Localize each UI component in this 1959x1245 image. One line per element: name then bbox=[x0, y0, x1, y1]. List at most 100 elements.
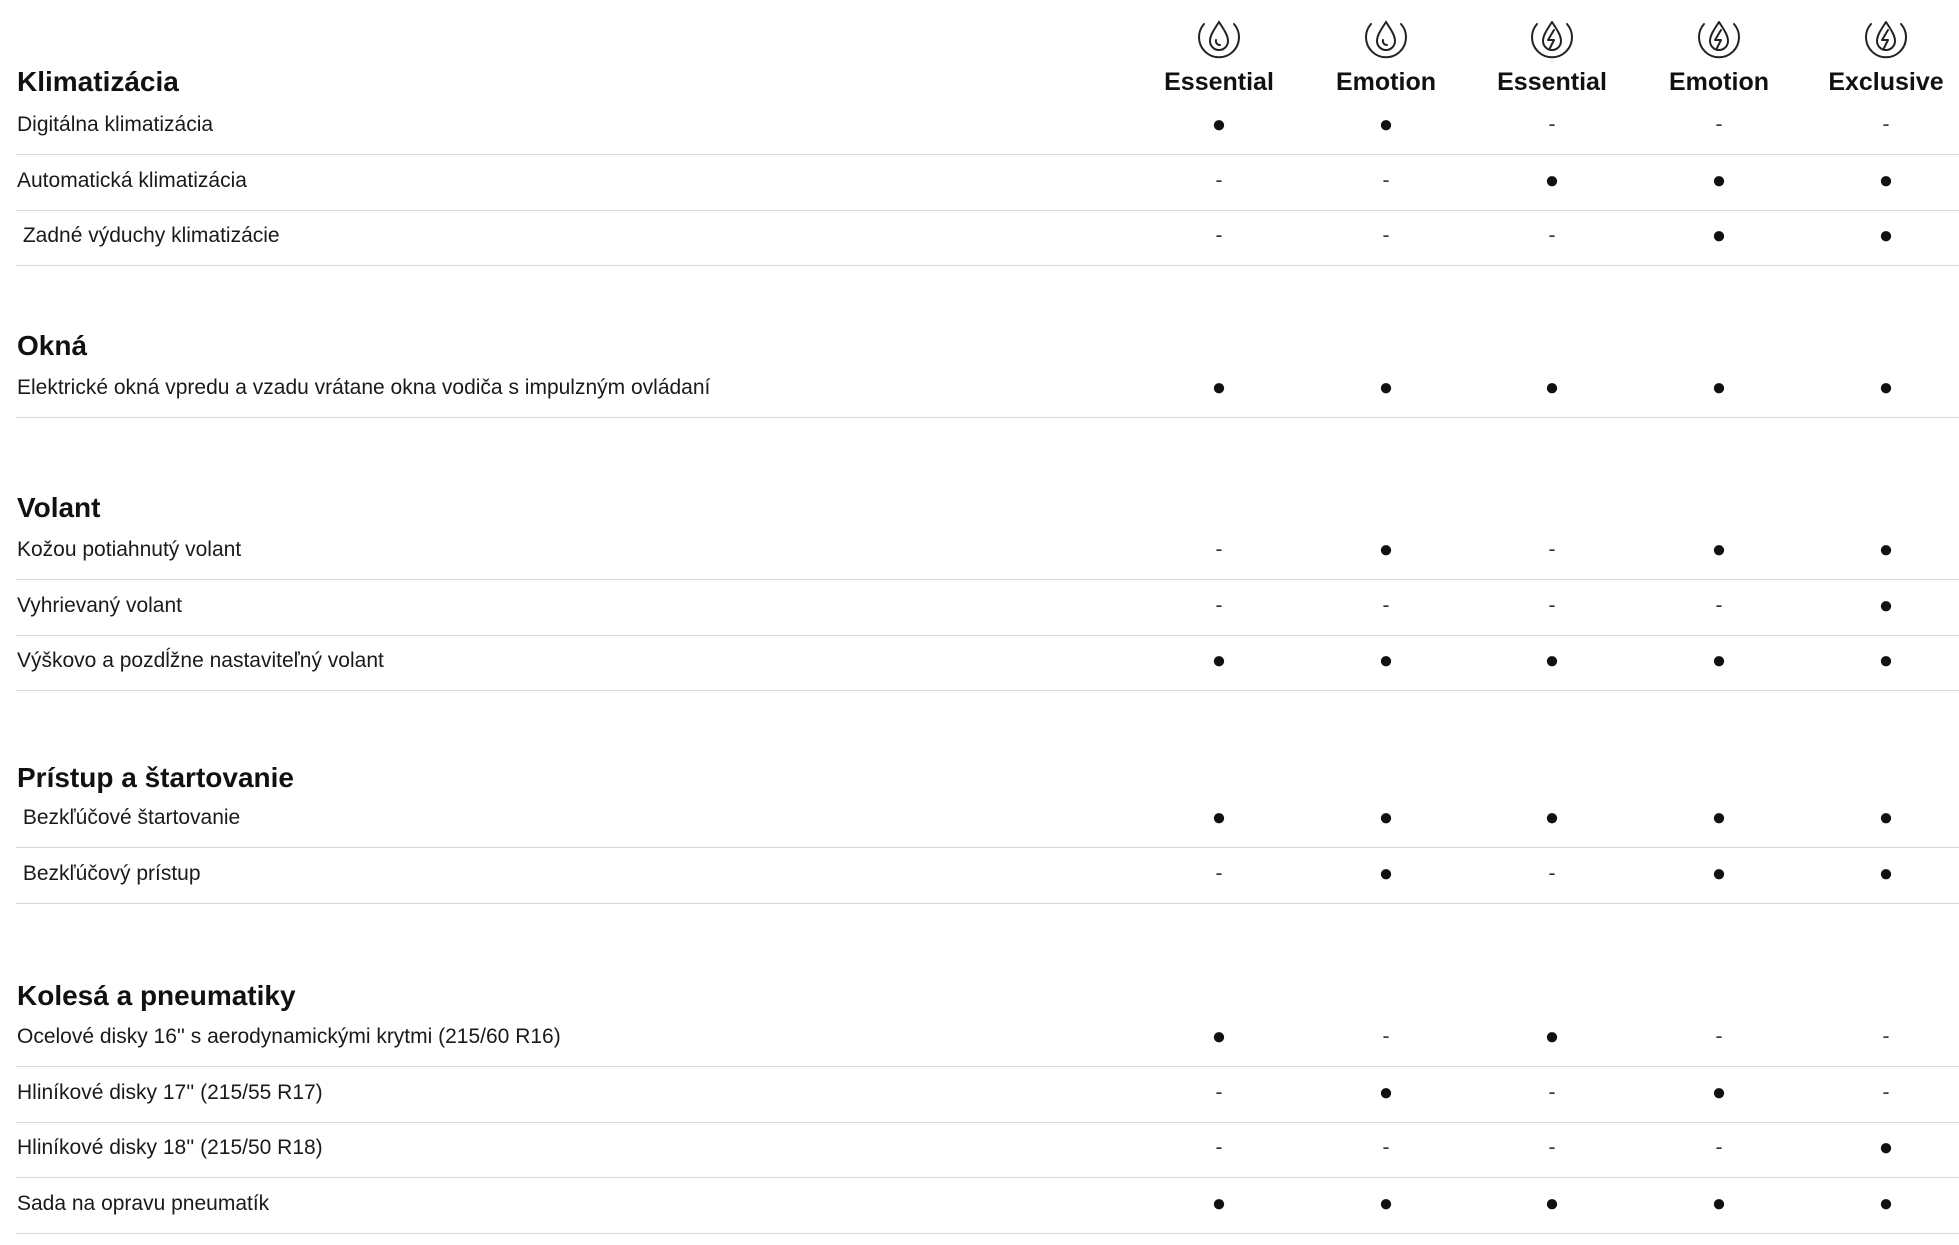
equipment-comparison-table: Essential Emotion Essential Emotion Exclusiv… bbox=[0, 0, 1959, 1245]
included-dot: ● bbox=[1878, 222, 1894, 249]
not-available-dash: - bbox=[1882, 113, 1890, 136]
table-row: Vyhrievaný volant - - - - ● bbox=[16, 581, 1959, 636]
not-available-dash: - bbox=[1215, 224, 1223, 247]
not-available-dash: - bbox=[1715, 113, 1723, 136]
table-row: Elektrické okná vpredu a vzadu vrátane o… bbox=[16, 363, 1959, 418]
included-dot: ● bbox=[1544, 1023, 1560, 1050]
not-available-dash: - bbox=[1715, 1136, 1723, 1159]
column-header-2: Emotion bbox=[1306, 0, 1466, 110]
section-title: Volant bbox=[17, 492, 101, 523]
table-row: Bezkľúčový prístup - ● - ● ● bbox=[16, 849, 1959, 904]
included-dot: ● bbox=[1378, 804, 1394, 831]
not-available-dash: - bbox=[1215, 538, 1223, 561]
included-dot: ● bbox=[1878, 859, 1894, 887]
fuel-drop-icon bbox=[1359, 10, 1413, 64]
not-available-dash: - bbox=[1715, 1025, 1723, 1048]
not-available-dash: - bbox=[1715, 593, 1723, 617]
not-available-dash: - bbox=[1382, 168, 1390, 192]
not-available-dash: - bbox=[1215, 168, 1223, 192]
feature-label: Automatická klimatizácia bbox=[17, 168, 247, 192]
feature-label: Ocelové disky 16'' s aerodynamickými kry… bbox=[17, 1025, 561, 1048]
included-dot: ● bbox=[1711, 804, 1727, 831]
included-dot: ● bbox=[1378, 536, 1394, 563]
included-dot: ● bbox=[1878, 374, 1894, 401]
included-dot: ● bbox=[1544, 647, 1560, 674]
hybrid-bolt-icon bbox=[1525, 10, 1579, 64]
included-dot: ● bbox=[1211, 374, 1227, 401]
not-available-dash: - bbox=[1548, 861, 1556, 885]
column-header-4: Emotion bbox=[1639, 0, 1799, 110]
included-dot: ● bbox=[1711, 166, 1727, 194]
fuel-drop-icon bbox=[1192, 10, 1246, 64]
not-available-dash: - bbox=[1882, 1080, 1890, 1104]
table-row: Kožou potiahnutý volant - ● - ● ● bbox=[16, 525, 1959, 580]
included-dot: ● bbox=[1878, 804, 1894, 831]
included-dot: ● bbox=[1544, 1189, 1560, 1217]
included-dot: ● bbox=[1878, 591, 1894, 619]
included-dot: ● bbox=[1711, 222, 1727, 249]
included-dot: ● bbox=[1711, 859, 1727, 887]
table-row: Sada na opravu pneumatík ● ● ● ● ● bbox=[16, 1179, 1959, 1234]
feature-label: Kožou potiahnutý volant bbox=[17, 538, 242, 561]
feature-label: Hliníkové disky 18'' (215/50 R18) bbox=[17, 1136, 323, 1159]
table-row: Hliníkové disky 18'' (215/50 R18) - - - - ● bbox=[16, 1123, 1959, 1178]
included-dot: ● bbox=[1211, 647, 1227, 674]
included-dot: ● bbox=[1211, 804, 1227, 831]
column-header-3: Essential bbox=[1472, 0, 1632, 110]
column-title: Emotion bbox=[1336, 68, 1436, 96]
included-dot: ● bbox=[1711, 536, 1727, 563]
feature-label: Zadné výduchy klimatizácie bbox=[17, 224, 280, 247]
feature-label: Výškovo a pozdĺžne nastaviteľný volant bbox=[17, 649, 384, 672]
feature-label: Bezkľúčové štartovanie bbox=[17, 806, 241, 829]
included-dot: ● bbox=[1211, 1023, 1227, 1050]
not-available-dash: - bbox=[1548, 224, 1556, 247]
included-dot: ● bbox=[1544, 804, 1560, 831]
included-dot: ● bbox=[1211, 111, 1227, 138]
not-available-dash: - bbox=[1882, 1025, 1890, 1048]
not-available-dash: - bbox=[1215, 1080, 1223, 1104]
included-dot: ● bbox=[1544, 374, 1560, 401]
section-title: Klimatizácia bbox=[17, 66, 179, 97]
included-dot: ● bbox=[1711, 1189, 1727, 1217]
not-available-dash: - bbox=[1215, 861, 1223, 885]
feature-label: Vyhrievaný volant bbox=[17, 593, 182, 617]
table-row: Zadné výduchy klimatizácie - - - ● ● bbox=[16, 211, 1959, 266]
feature-label: Elektrické okná vpredu a vzadu vrátane o… bbox=[17, 376, 711, 399]
included-dot: ● bbox=[1878, 166, 1894, 194]
included-dot: ● bbox=[1878, 536, 1894, 563]
included-dot: ● bbox=[1711, 374, 1727, 401]
section-title: Kolesá a pneumatiky bbox=[17, 980, 296, 1011]
not-available-dash: - bbox=[1215, 1136, 1223, 1159]
not-available-dash: - bbox=[1548, 1136, 1556, 1159]
not-available-dash: - bbox=[1548, 593, 1556, 617]
column-header-5: Exclusive bbox=[1806, 0, 1959, 110]
column-title: Essential bbox=[1497, 68, 1607, 96]
column-title: Emotion bbox=[1669, 68, 1769, 96]
feature-label: Sada na opravu pneumatík bbox=[17, 1191, 270, 1215]
section-title: Prístup a štartovanie bbox=[17, 762, 294, 793]
included-dot: ● bbox=[1211, 1189, 1227, 1217]
table-row: Ocelové disky 16'' s aerodynamickými kry… bbox=[16, 1012, 1959, 1067]
included-dot: ● bbox=[1544, 166, 1560, 194]
table-row: Hliníkové disky 17'' (215/55 R17) - ● - ● - bbox=[16, 1068, 1959, 1123]
not-available-dash: - bbox=[1548, 113, 1556, 136]
hybrid-bolt-icon bbox=[1859, 10, 1913, 64]
included-dot: ● bbox=[1878, 1134, 1894, 1161]
included-dot: ● bbox=[1378, 859, 1394, 887]
not-available-dash: - bbox=[1382, 224, 1390, 247]
included-dot: ● bbox=[1378, 647, 1394, 674]
feature-label: Digitálna klimatizácia bbox=[17, 113, 214, 136]
section-title: Okná bbox=[17, 330, 88, 361]
hybrid-bolt-icon bbox=[1692, 10, 1746, 64]
not-available-dash: - bbox=[1548, 1080, 1556, 1104]
included-dot: ● bbox=[1878, 647, 1894, 674]
column-header-1: Essential bbox=[1139, 0, 1299, 110]
not-available-dash: - bbox=[1382, 593, 1390, 617]
included-dot: ● bbox=[1378, 1078, 1394, 1106]
not-available-dash: - bbox=[1215, 593, 1223, 617]
column-title: Essential bbox=[1164, 68, 1274, 96]
included-dot: ● bbox=[1378, 374, 1394, 401]
not-available-dash: - bbox=[1382, 1025, 1390, 1048]
included-dot: ● bbox=[1878, 1189, 1894, 1217]
included-dot: ● bbox=[1378, 111, 1394, 138]
